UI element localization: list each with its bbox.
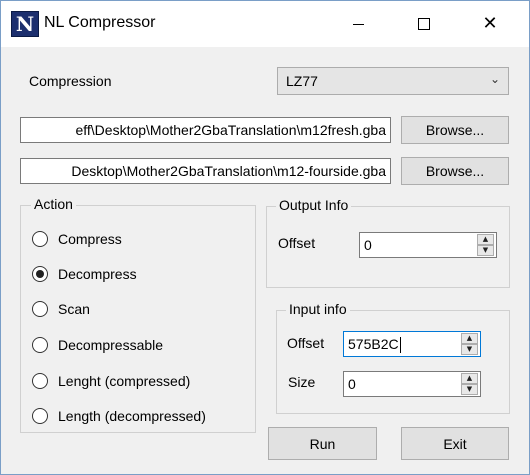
compression-select[interactable]: LZ77 ⌄	[277, 67, 509, 95]
input-file-path: eff\Desktop\Mother2GbaTranslation\m12fre…	[75, 122, 386, 138]
output-offset-value: 0	[364, 237, 372, 253]
radio-button[interactable]	[32, 231, 48, 247]
input-offset-value: 575B2C	[348, 336, 401, 354]
input-info-group: Input info	[276, 301, 510, 414]
output-info-title: Output Info	[276, 197, 352, 213]
radio-label: Scan	[58, 301, 90, 317]
maximize-button[interactable]	[401, 1, 447, 47]
input-offset-input[interactable]: 575B2C ▲ ▼	[343, 331, 481, 357]
radio-length-decompressed[interactable]: Length (decompressed)	[32, 406, 206, 426]
radio-label: Lenght (compressed)	[58, 373, 191, 389]
radio-label: Compress	[58, 231, 122, 247]
window-title: NL Compressor	[44, 14, 156, 31]
spin-up-icon[interactable]: ▲	[477, 234, 494, 245]
radio-button[interactable]	[32, 266, 48, 282]
maximize-icon	[418, 18, 430, 30]
spin-down-icon[interactable]: ▼	[461, 384, 478, 395]
output-offset-input[interactable]: 0 ▲ ▼	[359, 232, 497, 258]
input-file-field[interactable]: eff\Desktop\Mother2GbaTranslation\m12fre…	[20, 117, 391, 143]
radio-button[interactable]	[32, 373, 48, 389]
output-offset-label: Offset	[278, 235, 316, 251]
output-file-field[interactable]: Desktop\Mother2GbaTranslation\m12-foursi…	[20, 158, 391, 184]
radio-length-compressed[interactable]: Lenght (compressed)	[32, 371, 190, 391]
input-offset-label: Offset	[287, 335, 325, 351]
input-size-value: 0	[348, 376, 356, 392]
radio-label: Length (decompressed)	[58, 408, 206, 424]
radio-button[interactable]	[32, 408, 48, 424]
spin-up-icon[interactable]: ▲	[461, 333, 478, 344]
run-button[interactable]: Run	[268, 427, 377, 460]
radio-decompress[interactable]: Decompress	[32, 264, 137, 284]
title-bar[interactable]: N NL Compressor ✕	[1, 1, 529, 47]
radio-scan[interactable]: Scan	[32, 299, 90, 319]
chevron-down-icon: ⌄	[489, 72, 500, 86]
minimize-button[interactable]	[335, 1, 381, 47]
spin-down-icon[interactable]: ▼	[477, 245, 494, 256]
action-group-title: Action	[31, 196, 76, 212]
spin-down-icon[interactable]: ▼	[461, 344, 478, 355]
nl-compressor-window: N NL Compressor ✕ Compression LZ77 ⌄ eff…	[0, 0, 530, 475]
app-icon: N	[11, 11, 39, 37]
exit-button[interactable]: Exit	[401, 427, 509, 460]
compression-label: Compression	[29, 73, 112, 89]
radio-button[interactable]	[32, 301, 48, 317]
minimize-icon	[352, 23, 364, 25]
close-button[interactable]: ✕	[467, 1, 513, 47]
output-file-path: Desktop\Mother2GbaTranslation\m12-foursi…	[71, 163, 386, 179]
radio-label: Decompressable	[58, 337, 164, 353]
radio-label: Decompress	[58, 266, 137, 282]
browse-input-button[interactable]: Browse...	[401, 116, 509, 144]
input-info-title: Input info	[286, 301, 350, 317]
input-size-input[interactable]: 0 ▲ ▼	[343, 371, 481, 397]
radio-button[interactable]	[32, 337, 48, 353]
browse-output-button[interactable]: Browse...	[401, 157, 509, 185]
radio-compress[interactable]: Compress	[32, 229, 122, 249]
compression-select-value: LZ77	[286, 73, 318, 89]
input-size-label: Size	[288, 374, 316, 390]
radio-decompressable[interactable]: Decompressable	[32, 335, 163, 355]
spin-up-icon[interactable]: ▲	[461, 373, 478, 384]
close-icon: ✕	[482, 13, 498, 34]
radio-selected-dot	[36, 270, 44, 278]
